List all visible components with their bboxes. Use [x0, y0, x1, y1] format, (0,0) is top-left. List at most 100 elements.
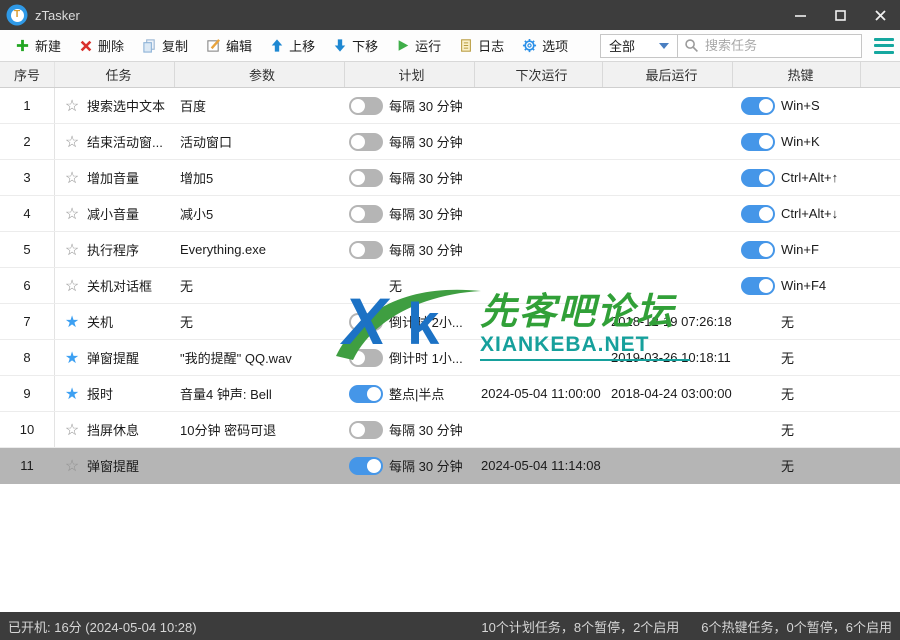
star-icon[interactable]: ★ — [63, 348, 81, 368]
task-params: 音量4 钟声: Bell — [175, 376, 345, 411]
move-down-button[interactable]: 下移 — [324, 33, 387, 59]
schedule-cell: 每隔 30 分钟 — [345, 160, 475, 195]
toggle-switch[interactable] — [349, 97, 383, 115]
hotkey-cell: Win+K — [733, 124, 861, 159]
search-input[interactable] — [705, 38, 855, 53]
toggle-switch[interactable] — [349, 241, 383, 259]
table-row[interactable]: 1☆搜索选中文本百度每隔 30 分钟Win+S — [0, 88, 900, 124]
table-row[interactable]: 4☆减小音量减小5每隔 30 分钟Ctrl+Alt+↓ — [0, 196, 900, 232]
star-icon[interactable]: ☆ — [63, 456, 81, 476]
filter-dropdown[interactable]: 全部 — [600, 34, 678, 58]
options-button[interactable]: 选项 — [513, 33, 577, 59]
column-header-sched[interactable]: 计划 — [345, 62, 475, 87]
task-cell: ★报时 — [55, 376, 175, 411]
log-button[interactable]: 日志 — [450, 33, 513, 59]
table-row[interactable]: 10☆挡屏休息10分钟 密码可退每隔 30 分钟无 — [0, 412, 900, 448]
maximize-icon — [835, 10, 846, 21]
delete-task-button[interactable]: 删除 — [70, 33, 133, 59]
table-row[interactable]: 9★报时音量4 钟声: Bell整点|半点2024-05-04 11:00:00… — [0, 376, 900, 412]
statusbar: 已开机: 16分 (2024-05-04 10:28) 10个计划任务，8个暂停… — [0, 612, 900, 640]
list-view-icon[interactable] — [874, 38, 894, 54]
toggle-switch[interactable] — [741, 97, 775, 115]
task-cell: ☆减小音量 — [55, 196, 175, 231]
last-run — [603, 448, 733, 483]
star-icon[interactable]: ☆ — [63, 420, 81, 440]
hotkey-text: 无 — [781, 312, 794, 331]
hotkey-cell: Win+F4 — [733, 268, 861, 303]
table-row[interactable]: 11☆弹窗提醒每隔 30 分钟2024-05-04 11:14:08无 — [0, 448, 900, 484]
table-header: 序号任务参数计划下次运行最后运行热键 — [0, 62, 900, 88]
toggle-switch[interactable] — [741, 169, 775, 187]
table-row[interactable]: 8★弹窗提醒"我的提醒" QQ.wav倒计时 1小...2019-03-26 1… — [0, 340, 900, 376]
status-hotkey-tasks: 6个热键任务，0个暂停，6个启用 — [701, 617, 892, 636]
row-number: 2 — [0, 124, 55, 159]
last-run — [603, 268, 733, 303]
last-run — [603, 232, 733, 267]
schedule-text: 倒计时 1小... — [389, 348, 463, 367]
table-row[interactable]: 7★关机无倒计时 2小...2018-12-19 07:26:18无 — [0, 304, 900, 340]
star-icon[interactable]: ☆ — [63, 240, 81, 260]
row-filler — [861, 88, 900, 123]
row-filler — [861, 376, 900, 411]
toggle-switch[interactable] — [741, 133, 775, 151]
column-header-last[interactable]: 最后运行 — [603, 62, 733, 87]
close-icon — [875, 10, 886, 21]
star-icon[interactable]: ★ — [63, 312, 81, 332]
task-name: 关机 — [87, 312, 113, 331]
copy-task-button[interactable]: 复制 — [133, 33, 197, 59]
table-row[interactable]: 3☆增加音量增加5每隔 30 分钟Ctrl+Alt+↑ — [0, 160, 900, 196]
minimize-button[interactable] — [780, 0, 820, 30]
column-header-hot[interactable]: 热键 — [733, 62, 861, 87]
column-header-num[interactable]: 序号 — [0, 62, 55, 87]
toggle-switch[interactable] — [349, 421, 383, 439]
last-run: 2019-03-26 10:18:11 — [603, 340, 733, 375]
filter-value: 全部 — [609, 36, 635, 55]
toggle-switch[interactable] — [741, 277, 775, 295]
star-icon[interactable]: ☆ — [63, 168, 81, 188]
column-header-params[interactable]: 参数 — [175, 62, 345, 87]
next-run — [475, 268, 603, 303]
toggle-switch[interactable] — [349, 205, 383, 223]
task-cell: ★ 关机 — [55, 304, 175, 339]
window-title: zTasker — [35, 8, 80, 23]
star-icon[interactable]: ★ — [63, 384, 81, 404]
move-up-button[interactable]: 上移 — [261, 33, 324, 59]
star-icon[interactable]: ☆ — [63, 132, 81, 152]
column-header-task[interactable]: 任务 — [55, 62, 175, 87]
close-button[interactable] — [860, 0, 900, 30]
star-icon[interactable]: ☆ — [63, 96, 81, 116]
toggle-switch[interactable] — [741, 241, 775, 259]
play-icon — [396, 38, 410, 53]
maximize-button[interactable] — [820, 0, 860, 30]
table-row[interactable]: 6☆关机对话框无无Win+F4 — [0, 268, 900, 304]
schedule-cell: 每隔 30 分钟 — [345, 124, 475, 159]
status-uptime: 已开机: 16分 (2024-05-04 10:28) — [8, 617, 197, 636]
toggle-switch[interactable] — [741, 205, 775, 223]
new-task-button[interactable]: 新建 — [6, 33, 70, 59]
column-header-fill[interactable] — [861, 62, 900, 87]
hotkey-text: 无 — [781, 420, 794, 439]
toggle-switch[interactable] — [349, 385, 383, 403]
column-header-next[interactable]: 下次运行 — [475, 62, 603, 87]
hotkey-text: 无 — [781, 348, 794, 367]
toggle-switch[interactable] — [349, 349, 383, 367]
run-task-button[interactable]: 运行 — [387, 33, 450, 59]
task-params: 百度 — [175, 88, 345, 123]
task-name: 增加音量 — [87, 168, 139, 187]
toggle-switch[interactable] — [349, 313, 383, 331]
task-name: 关机对话框 — [87, 276, 152, 295]
toggle-switch[interactable] — [349, 133, 383, 151]
table-row[interactable]: 2☆结束活动窗...活动窗口每隔 30 分钟Win+K — [0, 124, 900, 160]
task-name: 弹窗提醒 — [87, 456, 139, 475]
star-icon[interactable]: ☆ — [63, 204, 81, 224]
toggle-switch[interactable] — [349, 169, 383, 187]
titlebar: T zTasker — [0, 0, 900, 30]
toggle-switch[interactable] — [349, 457, 383, 475]
row-number: 1 — [0, 88, 55, 123]
hotkey-cell: 无 — [733, 412, 861, 447]
star-icon[interactable]: ☆ — [63, 276, 81, 296]
schedule-cell: 每隔 30 分钟 — [345, 196, 475, 231]
task-cell: ☆ 弹窗提醒 — [55, 448, 175, 483]
table-row[interactable]: 5☆执行程序Everything.exe每隔 30 分钟Win+F — [0, 232, 900, 268]
edit-task-button[interactable]: 编辑 — [197, 33, 261, 59]
